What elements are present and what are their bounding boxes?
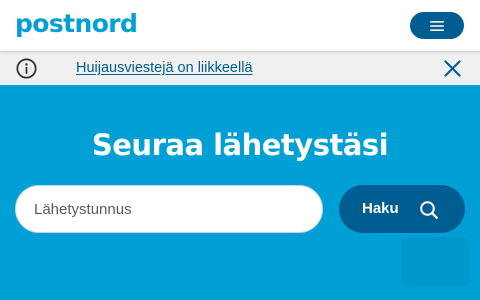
menu-button[interactable] (410, 12, 464, 39)
search-button-label: Haku (362, 200, 399, 217)
postnord-logo[interactable]: postnord (15, 6, 138, 42)
hamburger-menu-icon (430, 20, 444, 31)
tracking-number-input[interactable] (15, 185, 323, 233)
search-icon (420, 201, 438, 219)
site-header: postnord (0, 0, 480, 51)
close-icon[interactable] (443, 59, 462, 78)
alert-banner: Huijausviestejä on liikkeellä (0, 51, 480, 85)
tracking-hero: Seuraa lähetystäsi Haku (0, 85, 480, 300)
floating-widget-placeholder (401, 237, 469, 287)
alert-message-link[interactable]: Huijausviestejä on liikkeellä (76, 59, 253, 77)
page-title: Seuraa lähetystäsi (91, 128, 389, 162)
search-button[interactable]: Haku (339, 185, 465, 233)
info-circle-icon (16, 58, 37, 79)
